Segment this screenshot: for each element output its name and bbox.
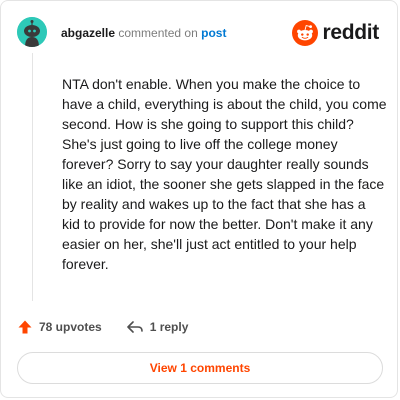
upvote-arrow-icon [18, 320, 32, 334]
post-link[interactable]: post [201, 26, 226, 40]
upvote-button[interactable]: 78 upvotes [17, 319, 102, 335]
avatar[interactable] [17, 17, 47, 47]
reply-arrow-icon [126, 321, 143, 333]
reddit-logo-icon [292, 20, 319, 46]
reddit-wordmark: reddit [322, 21, 379, 44]
reply-count: 1 reply [149, 320, 189, 334]
reply-button[interactable]: 1 reply [126, 320, 189, 334]
comment-actions: 78 upvotes 1 reply [17, 317, 188, 337]
comment-header: abgazelle commented on post [61, 25, 226, 41]
view-comments-button[interactable]: View 1 comments [17, 352, 383, 384]
snoo-avatar-icon [17, 17, 47, 47]
upvote-count: 78 upvotes [39, 320, 102, 334]
commented-on-text: commented on [118, 26, 198, 40]
comment-body: NTA don't enable. When you make the choi… [62, 76, 387, 272]
username-link[interactable]: abgazelle [61, 26, 115, 40]
reddit-logo[interactable]: reddit [292, 19, 379, 47]
comment-card: abgazelle commented on post reddit NTA d… [0, 0, 398, 398]
thread-line[interactable] [32, 53, 33, 301]
